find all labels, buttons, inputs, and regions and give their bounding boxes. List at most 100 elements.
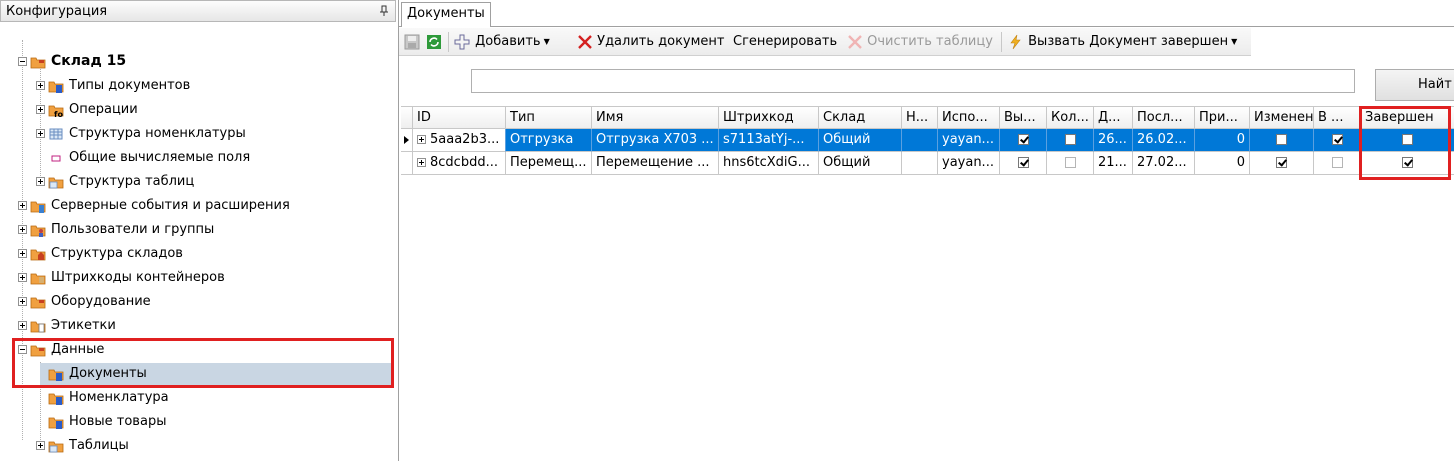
tree-item-table-structure[interactable]: Структура таблиц <box>0 171 396 193</box>
cell-last[interactable]: 27.02... <box>1133 152 1195 175</box>
cell-id-text: 8cdcbdd... <box>430 155 498 170</box>
cell-user[interactable]: yayan... <box>938 152 1000 175</box>
column-header-user[interactable]: Испо... <box>938 106 1000 129</box>
expand-icon[interactable] <box>417 135 426 144</box>
computed-field-icon <box>51 155 61 162</box>
expand-icon[interactable] <box>36 177 45 186</box>
cell-id[interactable]: 5aaa2b3... <box>413 129 506 152</box>
expand-icon[interactable] <box>36 105 45 114</box>
configuration-tree: Склад 15 Типы документов fo Операции Стр… <box>0 22 396 461</box>
tree-item-label: Типы документов <box>69 78 191 93</box>
column-header-quantity[interactable]: Кол... <box>1047 106 1094 129</box>
tree-item-tables[interactable]: Таблицы <box>0 435 396 457</box>
tree-item-equipment[interactable]: Оборудование <box>0 291 396 313</box>
tree-item-labels[interactable]: Этикетки <box>0 315 396 337</box>
refresh-button[interactable] <box>425 32 443 52</box>
generate-label: Сгенерировать <box>733 34 838 49</box>
expand-icon[interactable] <box>36 129 45 138</box>
pin-icon[interactable] <box>379 5 389 17</box>
delete-document-button[interactable]: Удалить документ <box>577 32 725 52</box>
column-header-date[interactable]: Д... <box>1094 106 1133 129</box>
cell-executed[interactable] <box>1000 152 1047 175</box>
checkbox-checked[interactable] <box>1331 134 1343 145</box>
generate-button[interactable]: Сгенерировать <box>733 32 837 52</box>
cell-id-text: 5aaa2b3... <box>430 132 500 147</box>
checkbox-checked[interactable] <box>1276 157 1287 168</box>
cell-in[interactable] <box>1314 129 1361 152</box>
tree-item-label: Склад 15 <box>51 53 127 69</box>
column-header-name[interactable]: Имя <box>592 106 719 129</box>
clear-table-button[interactable]: Очистить таблицу <box>847 32 993 52</box>
invoke-document-finished-button[interactable]: Вызвать Документ завершен ▼ <box>1008 32 1237 52</box>
cell-name[interactable]: Перемещение ... <box>592 152 719 175</box>
tree-item-new-products[interactable]: Новые товары <box>0 411 396 433</box>
expand-icon[interactable] <box>36 441 45 450</box>
cell-changed[interactable] <box>1250 129 1314 152</box>
cell-warehouse[interactable]: Общий <box>819 129 902 152</box>
checkbox-unchecked[interactable] <box>1064 134 1076 145</box>
tree-item-nomenclature-structure[interactable]: Структура номенклатуры <box>0 123 396 145</box>
cell-barcode[interactable]: hns6tcXdiG... <box>719 152 819 175</box>
checkbox-checked[interactable] <box>1017 134 1029 145</box>
add-button[interactable]: Добавить ▼ <box>453 32 550 52</box>
cell-name[interactable]: Отгрузка X703 ... <box>592 129 719 152</box>
cell-changed[interactable] <box>1250 152 1314 175</box>
cell-date[interactable]: 21... <box>1094 152 1133 175</box>
cell-date[interactable]: 26... <box>1094 129 1133 152</box>
tree-item-warehouse-structure[interactable]: Структура складов <box>0 243 396 265</box>
column-header-id[interactable]: ID <box>413 106 506 129</box>
cell-priority[interactable]: 0 <box>1195 129 1250 152</box>
column-header-type[interactable]: Тип <box>506 106 592 129</box>
tree-item-users-groups[interactable]: Пользователи и группы <box>0 219 396 241</box>
save-button[interactable] <box>403 32 421 52</box>
expand-icon[interactable] <box>18 297 27 306</box>
cell-quantity[interactable] <box>1047 152 1094 175</box>
tree-item-sklad-15[interactable]: Склад 15 <box>0 51 396 73</box>
collapse-icon[interactable] <box>18 57 27 66</box>
cell-type[interactable]: Перемещ... <box>506 152 592 175</box>
cell-executed[interactable] <box>1000 129 1047 152</box>
cell-n[interactable] <box>902 129 938 152</box>
tree-item-computed-fields[interactable]: Общие вычисляемые поля <box>0 147 396 169</box>
expand-icon[interactable] <box>18 249 27 258</box>
expand-icon[interactable] <box>18 225 27 234</box>
cell-n[interactable] <box>902 152 938 175</box>
column-header-executed[interactable]: Вы... <box>1000 106 1047 129</box>
tree-item-operations[interactable]: fo Операции <box>0 99 396 121</box>
tree-item-server-events[interactable]: Серверные события и расширения <box>0 195 396 217</box>
tree-item-container-barcodes[interactable]: Штрихкоды контейнеров <box>0 267 396 289</box>
column-header-priority[interactable]: При... <box>1195 106 1250 129</box>
checkbox-unchecked[interactable] <box>1276 134 1287 145</box>
cell-quantity[interactable] <box>1047 129 1094 152</box>
column-header-barcode[interactable]: Штрихкод <box>719 106 819 129</box>
cell-warehouse[interactable]: Общий <box>819 152 902 175</box>
find-button[interactable]: Найт <box>1375 69 1454 101</box>
expand-icon[interactable] <box>18 321 27 330</box>
cell-priority[interactable]: 0 <box>1195 152 1250 175</box>
expand-icon[interactable] <box>36 81 45 90</box>
cell-user[interactable]: yayan... <box>938 129 1000 152</box>
checkbox-checked[interactable] <box>1017 157 1029 168</box>
cell-type[interactable]: Отгрузка <box>506 129 592 152</box>
checkbox-unchecked[interactable] <box>1331 157 1343 168</box>
column-header-n[interactable]: Н... <box>902 106 938 129</box>
cell-in[interactable] <box>1314 152 1361 175</box>
tab-documents[interactable]: Документы <box>401 2 491 27</box>
cell-last[interactable]: 26.02... <box>1133 129 1195 152</box>
checkbox-unchecked[interactable] <box>1064 157 1076 168</box>
cell-barcode[interactable]: s7113atYj-... <box>719 129 819 152</box>
expand-icon[interactable] <box>18 273 27 282</box>
expand-icon[interactable] <box>417 158 426 167</box>
tree-item-nomenclature[interactable]: Номенклатура <box>0 387 396 409</box>
column-header-changed[interactable]: Изменен <box>1250 106 1314 129</box>
tree-item-label: Структура складов <box>51 246 183 261</box>
folder-table-icon <box>48 177 64 189</box>
cell-id[interactable]: 8cdcbdd... <box>413 152 506 175</box>
save-icon <box>404 34 420 49</box>
expand-icon[interactable] <box>18 201 27 210</box>
column-header-last[interactable]: Посл... <box>1133 106 1195 129</box>
column-header-warehouse[interactable]: Склад <box>819 106 902 129</box>
search-input[interactable] <box>471 69 1355 93</box>
column-header-in[interactable]: В ... <box>1314 106 1361 129</box>
tree-item-doc-types[interactable]: Типы документов <box>0 75 396 97</box>
